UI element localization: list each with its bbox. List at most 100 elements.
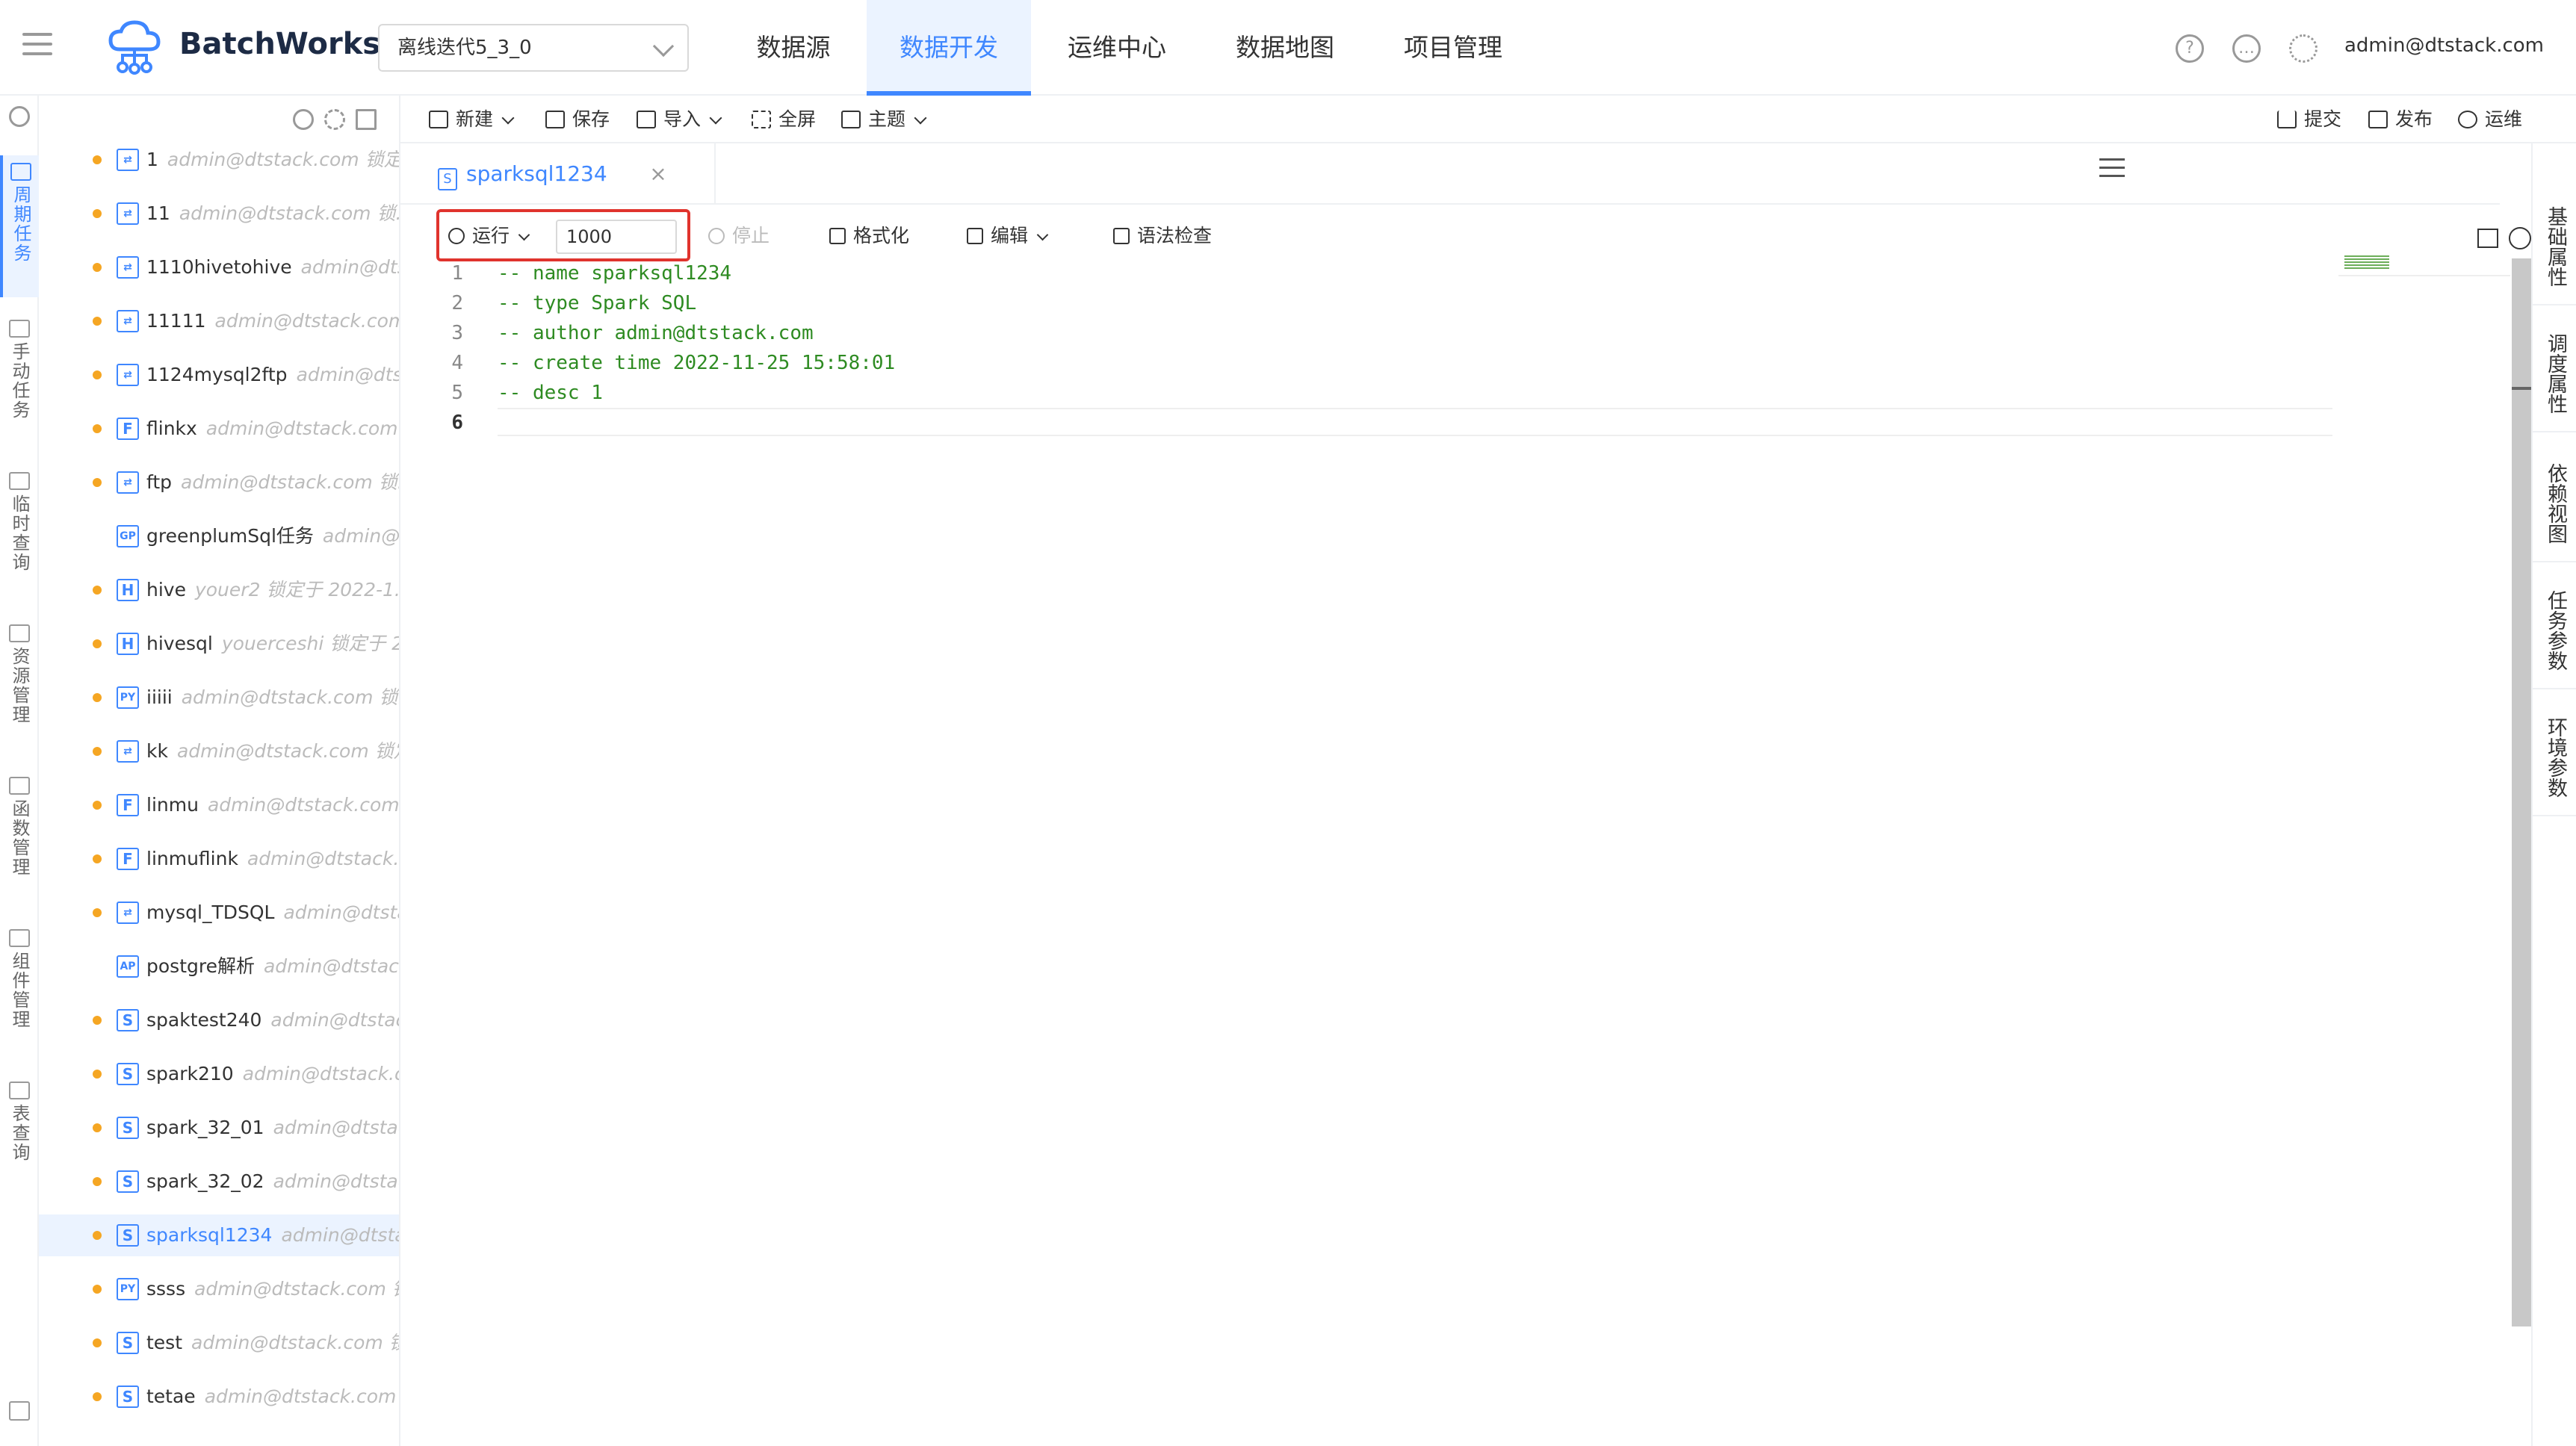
tree-item[interactable]: ⇄ 11 admin@dtstack.com 锁...	[39, 193, 400, 235]
status-dot	[93, 639, 102, 648]
ops-icon	[2458, 111, 2477, 128]
stop-icon	[708, 228, 725, 244]
new-button[interactable]: 新建	[429, 108, 515, 131]
rail-temp-query[interactable]: 临时查询	[0, 465, 39, 606]
resource-icon	[9, 624, 30, 642]
task-name: 1110hivetohive	[146, 256, 292, 278]
editor-scrollbar[interactable]	[2512, 258, 2531, 1326]
tree-item[interactable]: ⇄ 11111 admin@dtstack.com ...	[39, 300, 399, 342]
task-lock-meta: admin@dtsta...	[281, 1224, 399, 1246]
stop-button[interactable]: 停止	[708, 224, 770, 248]
list-icon[interactable]	[356, 109, 377, 130]
project-select[interactable]: 离线迭代5_3_0	[378, 24, 689, 72]
nav-project-management[interactable]: 项目管理	[1397, 0, 1509, 96]
tab-sparksql1234[interactable]: Ssparksql1234 ×	[438, 143, 667, 205]
refresh-icon[interactable]	[324, 109, 345, 130]
tree-item[interactable]: Flinmuflink admin@dtstack.c...	[39, 838, 399, 880]
tree-item[interactable]: PY ssss admin@dtstack.com 锁...	[39, 1268, 399, 1310]
status-dot	[93, 854, 102, 863]
status-dot	[93, 1231, 102, 1240]
task-name: mysql_TDSQL	[146, 902, 275, 923]
tree-item[interactable]: Hhive youer2 锁定于 2022-1...	[39, 569, 399, 611]
tree-item[interactable]: ⇄ kk admin@dtstack.com 锁定...	[39, 730, 399, 772]
rail-periodic-task[interactable]: 周期任务	[0, 155, 39, 297]
tree-item[interactable]: Stetae admin@dtstack.com ...	[39, 1376, 399, 1418]
tree-item[interactable]: Flinmu admin@dtstack.com ...	[39, 784, 400, 826]
message-icon[interactable]: …	[2232, 34, 2261, 63]
tree-item[interactable]: ⇄ mysql_TDSQL admin@dtsta...	[39, 892, 399, 934]
import-button[interactable]: 导入	[637, 108, 722, 131]
rail-table-query[interactable]: 表查询	[0, 1074, 39, 1194]
limit-input[interactable]	[556, 220, 677, 254]
tree-item[interactable]: AP postgre解析 admin@dtstack...	[39, 946, 399, 987]
code-text: -- create time 2022-11-25 15:58:01	[498, 352, 896, 374]
send-icon	[2368, 111, 2388, 128]
nav-ops-center[interactable]: 运维中心	[1061, 0, 1173, 96]
submit-button[interactable]: 提交	[2277, 108, 2341, 131]
rail-function-management[interactable]: 函数管理	[0, 769, 39, 911]
nav-data-development[interactable]: 数据开发	[867, 0, 1031, 96]
task-lock-meta: admin@dtstack.com ...	[207, 794, 400, 816]
tree-item[interactable]: Fflinkx admin@dtstack.com ...	[39, 408, 399, 450]
rail-manual-task[interactable]: 手动任务	[0, 312, 39, 454]
panel-env-params[interactable]: 环境参数	[2533, 707, 2576, 816]
syntax-check-button[interactable]: 语法检查	[1113, 224, 1212, 248]
locate-icon[interactable]	[293, 109, 314, 130]
collapse-icon[interactable]	[9, 1401, 30, 1421]
help-icon[interactable]: ?	[2176, 34, 2204, 63]
tree-item[interactable]: Sspark_32_02 admin@dtstac...	[39, 1161, 399, 1203]
task-type-icon: ⇄	[117, 364, 139, 386]
tree-item[interactable]: GP greenplumSql任务 admin@d...	[39, 515, 399, 557]
theme-button[interactable]: 主题	[841, 108, 927, 131]
rail-component-management[interactable]: 组件管理	[0, 922, 39, 1064]
close-icon[interactable]: ×	[649, 143, 666, 205]
tree-item[interactable]: Ssparksql1234 admin@dtsta...	[39, 1214, 399, 1256]
query-icon	[9, 472, 30, 490]
panel-basic-properties[interactable]: 基础属性	[2533, 196, 2576, 305]
minimap[interactable]	[2338, 254, 2510, 276]
status-dot	[93, 586, 102, 595]
panel-task-params[interactable]: 任务参数	[2533, 580, 2576, 689]
rail-resource-management[interactable]: 资源管理	[0, 617, 39, 759]
task-name: hive	[146, 579, 186, 601]
panel-dependency-view[interactable]: 依赖视图	[2533, 453, 2576, 562]
save-button[interactable]: 保存	[545, 108, 610, 131]
task-lock-meta: admin@dtstac...	[273, 1170, 399, 1192]
task-name: flinkx	[146, 418, 197, 439]
format-button[interactable]: 格式化	[829, 224, 909, 248]
task-lock-meta: admin@dtstack.com 锁...	[179, 202, 400, 224]
fullscreen-button[interactable]: 全屏	[752, 108, 816, 131]
scrollbar-thumb[interactable]	[2512, 387, 2531, 390]
user-email[interactable]: admin@dtstack.com	[2344, 34, 2544, 57]
task-lock-meta: admin@dtst...	[296, 364, 400, 385]
tree-item[interactable]: Hhivesql youerceshi 锁定于 2...	[39, 623, 399, 665]
table-icon[interactable]	[2477, 229, 2498, 248]
panel-schedule-properties[interactable]: 调度属性	[2533, 323, 2576, 432]
tree-item[interactable]: Sspaktest240 admin@dtstac...	[39, 999, 399, 1041]
tree-item[interactable]: ⇄ ftp admin@dtstack.com 锁...	[39, 462, 399, 503]
task-name: linmuflink	[146, 848, 238, 869]
tree-item[interactable]: ⇄ 1 admin@dtstack.com 锁定...	[39, 139, 399, 181]
tree-item[interactable]: ⇄ 1110hivetohive admin@dtst...	[39, 246, 399, 288]
tab-list-icon[interactable]	[2099, 158, 2125, 181]
tree-item[interactable]: PY iiiii admin@dtstack.com 锁...	[39, 677, 399, 719]
ops-button[interactable]: 运维	[2458, 108, 2522, 131]
tree-item[interactable]: Sspark_32_01 admin@dtstac...	[39, 1107, 399, 1149]
menu-icon[interactable]	[22, 33, 52, 63]
tree-item[interactable]: ⇄ 1124mysql2ftp admin@dtst...	[39, 354, 400, 396]
code-line: 3 -- author admin@dtstack.com	[418, 318, 2331, 348]
task-name: sparksql1234	[146, 1224, 273, 1246]
settings-icon[interactable]	[2289, 34, 2318, 63]
run-button[interactable]: 运行	[448, 224, 530, 248]
search-icon[interactable]	[9, 106, 30, 127]
tree-item[interactable]: Sspark210 admin@dtstack.c...	[39, 1053, 399, 1095]
fullscreen-icon	[752, 111, 771, 128]
nav-data-map[interactable]: 数据地图	[1225, 0, 1345, 96]
publish-button[interactable]: 发布	[2368, 108, 2433, 131]
sql-editor[interactable]: 1 -- name sparksql1234 2 -- type Spark SQL 3…	[418, 258, 2331, 1446]
status-dot	[93, 209, 102, 218]
tree-item[interactable]: Stest admin@dtstack.com 锁...	[39, 1322, 399, 1364]
nav-datasource[interactable]: 数据源	[740, 0, 847, 96]
edit-button[interactable]: 编辑	[967, 224, 1049, 248]
code-icon[interactable]	[2509, 227, 2531, 249]
